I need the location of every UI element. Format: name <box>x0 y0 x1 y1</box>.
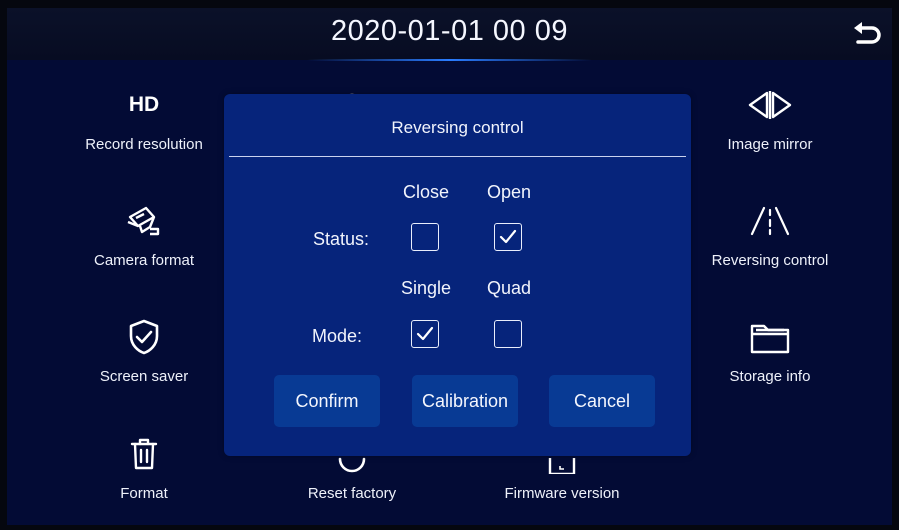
datetime-display: 2020-01-01 00 09 <box>331 15 568 47</box>
back-button[interactable] <box>848 15 886 53</box>
top-bar: 2020-01-01 00 09 <box>7 8 892 61</box>
tile-image-mirror[interactable]: Image mirror <box>680 83 860 183</box>
return-arrow-icon <box>854 22 881 44</box>
tile-camera-format[interactable]: Camera format <box>54 199 234 299</box>
hd-icon: HD <box>128 93 160 116</box>
mirror-arrows-icon <box>748 91 792 119</box>
status-close-checkbox[interactable] <box>411 223 439 251</box>
tile-label: Screen saver <box>99 368 189 385</box>
road-lanes-icon <box>750 206 790 236</box>
status-open-checkbox[interactable] <box>494 223 522 251</box>
reversing-control-dialog: Reversing control Close Open Status: Sin… <box>224 94 691 456</box>
trash-icon <box>130 438 158 470</box>
calibration-button[interactable]: Calibration <box>412 375 518 427</box>
tile-format[interactable]: Format <box>54 432 234 525</box>
tile-label: Record resolution <box>85 136 203 153</box>
screen: 2020-01-01 00 09 HD Record resolution Ca… <box>7 8 892 525</box>
tile-label: Storage info <box>729 368 811 385</box>
mode-single-checkbox[interactable] <box>411 320 439 348</box>
dialog-divider <box>229 156 686 157</box>
checkmark-icon <box>416 326 434 341</box>
folder-icon <box>750 324 790 354</box>
tile-label: Image mirror <box>727 136 813 153</box>
mode-single-label: Single <box>400 278 452 298</box>
mode-quad-label: Quad <box>486 278 532 298</box>
tile-record-resolution[interactable]: HD Record resolution <box>54 83 234 183</box>
status-label: Status: <box>312 229 369 249</box>
shield-check-icon <box>129 319 159 355</box>
mode-quad-checkbox[interactable] <box>494 320 522 348</box>
tile-label: Camera format <box>93 252 195 269</box>
tile-label: Reset factory <box>307 485 397 502</box>
mode-label: Mode: <box>311 326 362 346</box>
dialog-title: Reversing control <box>391 118 524 137</box>
tile-label: Format <box>120 485 168 502</box>
tile-label: Reversing control <box>711 252 829 269</box>
status-close-label: Close <box>402 182 450 202</box>
checkmark-icon <box>499 229 517 244</box>
tile-storage-info[interactable]: Storage info <box>680 315 860 415</box>
confirm-button[interactable]: Confirm <box>274 375 380 427</box>
tile-label: Firmware version <box>504 485 620 502</box>
status-open-label: Open <box>486 182 532 202</box>
cctv-camera-icon <box>127 206 160 236</box>
tile-screen-saver[interactable]: Screen saver <box>54 315 234 415</box>
title-underline-glow <box>307 59 592 61</box>
cancel-button[interactable]: Cancel <box>549 375 655 427</box>
tile-reversing-control[interactable]: Reversing control <box>680 199 860 299</box>
